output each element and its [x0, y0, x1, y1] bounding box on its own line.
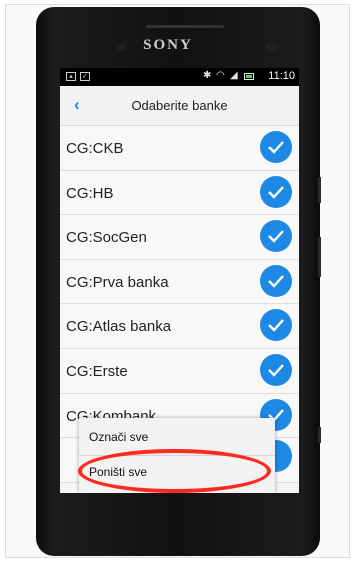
- front-camera: [267, 42, 276, 51]
- checkmark-icon[interactable]: [260, 131, 292, 163]
- status-bar: ▴ ✓ ✱ ◠ ◢ 11:10: [60, 68, 299, 86]
- menu-divider: [79, 455, 275, 456]
- menu-item-select-all[interactable]: Označi sve: [89, 430, 148, 444]
- gallery-icon: ▴: [66, 72, 76, 81]
- sensor: [116, 43, 126, 51]
- checkmark-icon[interactable]: [260, 353, 292, 386]
- clock: 11:10: [268, 70, 295, 82]
- phone-screen: ▴ ✓ ✱ ◠ ◢ 11:10 ‹ Odaberite banke CG:CKB…: [60, 68, 299, 493]
- checkmark-icon[interactable]: [260, 175, 292, 208]
- bank-label: CG:CKB: [66, 140, 124, 157]
- signal-icon: ◢: [230, 70, 238, 81]
- page-title: Odaberite banke: [131, 98, 228, 113]
- bank-label: CG:Erste: [66, 362, 128, 380]
- checkmark-icon[interactable]: [260, 220, 292, 253]
- list-item[interactable]: CG:SocGen: [60, 215, 299, 260]
- title-bar: ‹ Odaberite banke: [60, 86, 299, 126]
- volume-button: [318, 237, 321, 277]
- power-button: [318, 177, 321, 203]
- list-item[interactable]: CG:HB: [60, 170, 299, 216]
- bank-label: CG:SocGen: [66, 229, 147, 247]
- checkmark-icon[interactable]: [260, 309, 292, 342]
- bank-label: CG:Prva banka: [66, 273, 169, 291]
- bluetooth-icon: ✱: [203, 70, 212, 81]
- bank-label: CG:HB: [66, 184, 114, 202]
- calendar-icon: ✓: [80, 72, 90, 81]
- context-menu: Označi sve Poništi sve: [79, 418, 275, 493]
- battery-icon: [244, 73, 254, 80]
- camera-button: [318, 427, 321, 443]
- earpiece-speaker: [146, 25, 224, 28]
- list-item[interactable]: CG:CKB: [60, 126, 299, 171]
- list-item[interactable]: CG:Atlas banka: [60, 304, 299, 349]
- wifi-icon: ◠: [216, 70, 225, 81]
- checkmark-icon[interactable]: [260, 264, 292, 297]
- bank-label: CG:Atlas banka: [66, 318, 172, 336]
- menu-item-deselect-all[interactable]: Poništi sve: [89, 465, 147, 479]
- list-item[interactable]: CG:Erste: [60, 348, 299, 394]
- list-item[interactable]: CG:Prva banka: [60, 259, 299, 305]
